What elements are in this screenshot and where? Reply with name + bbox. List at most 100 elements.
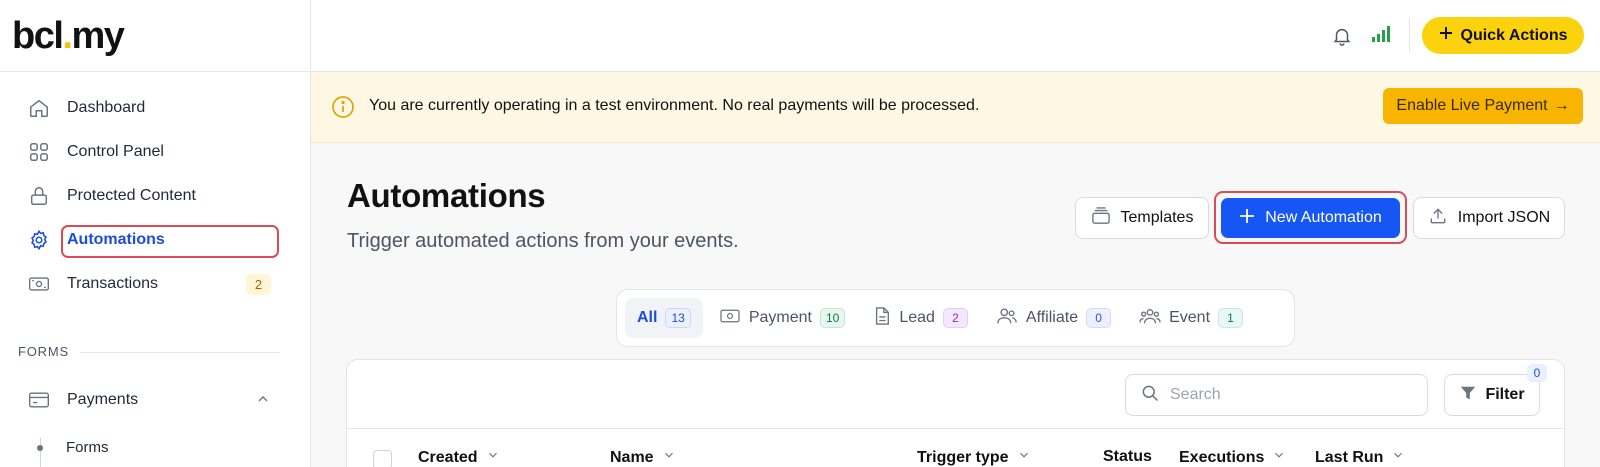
info-icon — [331, 95, 355, 124]
tab-event[interactable]: Event 1 — [1127, 298, 1255, 338]
column-header-executions[interactable]: Executions — [1179, 448, 1286, 467]
category-tabs: All 13 Payment 10 Lead 2 Affiliate 0 Eve… — [616, 289, 1295, 347]
chevron-down-icon — [1391, 448, 1405, 467]
tab-affiliate[interactable]: Affiliate 0 — [984, 298, 1123, 338]
sidebar: bcl.my Dashboard Control Panel Protected… — [0, 0, 311, 467]
section-label-forms: FORMS — [18, 344, 69, 359]
sidebar-item-label: Transactions — [67, 275, 158, 292]
sidebar-item-control-panel[interactable]: Control Panel — [0, 130, 310, 174]
section-divider — [80, 352, 280, 353]
logo-text-right: my — [71, 14, 124, 57]
tab-count-badge: 10 — [819, 308, 846, 328]
quick-actions-button[interactable]: Quick Actions — [1422, 17, 1584, 54]
quick-actions-label: Quick Actions — [1460, 26, 1568, 44]
column-header-label: Status — [1103, 448, 1152, 465]
templates-icon — [1091, 206, 1111, 230]
logo-area: bcl.my — [0, 0, 310, 72]
import-json-button[interactable]: Import JSON — [1413, 197, 1565, 239]
upload-icon — [1428, 206, 1448, 231]
arrow-right-icon: → — [1553, 97, 1570, 114]
users-icon — [996, 306, 1018, 331]
tab-count-badge: 2 — [942, 308, 968, 328]
page-title: Automations — [347, 177, 546, 214]
sidebar-item-automations[interactable]: Automations — [0, 218, 310, 262]
logo-text-left: bcl — [12, 14, 64, 57]
lock-icon — [28, 185, 50, 207]
transactions-count-badge: 2 — [246, 274, 271, 295]
new-automation-button[interactable]: New Automation — [1221, 198, 1400, 238]
templates-button[interactable]: Templates — [1075, 197, 1209, 239]
card-icon — [28, 389, 50, 411]
search-box[interactable] — [1125, 374, 1428, 416]
filter-count-badge: 0 — [1527, 364, 1547, 382]
sidebar-item-label: Payments — [67, 391, 139, 408]
templates-label: Templates — [1120, 209, 1194, 226]
enable-live-payment-label: Enable Live Payment — [1396, 97, 1548, 114]
tab-count-badge: 0 — [1086, 308, 1112, 328]
column-header-trigger-type[interactable]: Trigger type — [917, 448, 1031, 467]
signal-icon — [1371, 24, 1391, 49]
sidebar-item-payments[interactable]: Payments — [0, 378, 311, 422]
banner-message: You are currently operating in a test en… — [369, 97, 980, 114]
column-header-label: Last Run — [1315, 448, 1384, 466]
column-header-name[interactable]: Name — [610, 448, 676, 467]
chevron-up-icon[interactable] — [255, 391, 271, 412]
chevron-down-icon — [486, 448, 500, 467]
page-subtitle: Trigger automated actions from your even… — [347, 230, 739, 252]
automations-table-card: Filter 0 Created Name Trigger type Statu… — [346, 359, 1565, 467]
funnel-icon — [1459, 384, 1477, 407]
subnav-dot — [37, 445, 43, 451]
tab-payment[interactable]: Payment 10 — [707, 298, 858, 338]
plus-icon — [1439, 26, 1453, 45]
column-header-label: Trigger type — [917, 448, 1009, 466]
search-icon — [1140, 383, 1160, 408]
tab-label: Event — [1169, 309, 1211, 326]
document-icon — [873, 306, 891, 331]
gear-icon — [28, 229, 50, 251]
chevron-down-icon — [1272, 448, 1286, 467]
test-environment-banner: You are currently operating in a test en… — [311, 72, 1600, 143]
logo[interactable]: bcl.my — [12, 14, 125, 57]
group-icon — [1139, 306, 1161, 331]
enable-live-payment-button[interactable]: Enable Live Payment → — [1383, 88, 1583, 124]
topbar: Quick Actions — [311, 0, 1600, 72]
column-header-last-run[interactable]: Last Run — [1315, 448, 1405, 467]
home-icon — [28, 97, 50, 119]
filter-label: Filter — [1485, 386, 1525, 403]
subnav-line — [40, 438, 41, 467]
topbar-divider — [1409, 18, 1410, 52]
highlight-outline — [61, 225, 279, 258]
table-header-divider — [347, 428, 1564, 429]
column-header-created[interactable]: Created — [418, 448, 500, 467]
sidebar-item-protected-content[interactable]: Protected Content — [0, 174, 310, 218]
tab-label: Affiliate — [1025, 309, 1079, 326]
sidebar-item-dashboard[interactable]: Dashboard — [0, 86, 310, 130]
tab-label: Lead — [899, 309, 935, 326]
import-json-label: Import JSON — [1457, 209, 1551, 226]
grid-icon — [28, 141, 50, 163]
select-all-checkbox[interactable] — [373, 450, 392, 467]
chevron-down-icon — [1017, 448, 1031, 467]
money-icon — [28, 273, 50, 295]
filter-button[interactable]: Filter — [1444, 374, 1540, 416]
search-input[interactable] — [1170, 386, 1410, 404]
tab-all[interactable]: All 13 — [625, 298, 703, 338]
sidebar-item-label: Dashboard — [67, 99, 146, 116]
column-header-status: Status — [1103, 448, 1152, 466]
chevron-down-icon — [662, 448, 676, 467]
sidebar-item-label: Control Panel — [67, 143, 164, 160]
sidebar-item-label: Protected Content — [67, 187, 196, 204]
bell-icon[interactable] — [1331, 24, 1353, 53]
tab-lead[interactable]: Lead 2 — [861, 298, 980, 338]
new-automation-label: New Automation — [1265, 209, 1382, 226]
plus-icon — [1239, 208, 1255, 229]
tab-label: Payment — [748, 309, 812, 326]
sidebar-subitem-forms[interactable]: Forms — [66, 439, 109, 456]
sidebar-item-transactions[interactable]: Transactions 2 — [0, 262, 310, 306]
column-header-label: Name — [610, 448, 654, 466]
money-icon — [719, 307, 741, 330]
column-header-label: Created — [418, 448, 478, 466]
tab-count-badge: 13 — [665, 308, 691, 328]
column-header-label: Executions — [1179, 448, 1265, 466]
sidebar-nav: Dashboard Control Panel Protected Conten… — [0, 72, 310, 306]
